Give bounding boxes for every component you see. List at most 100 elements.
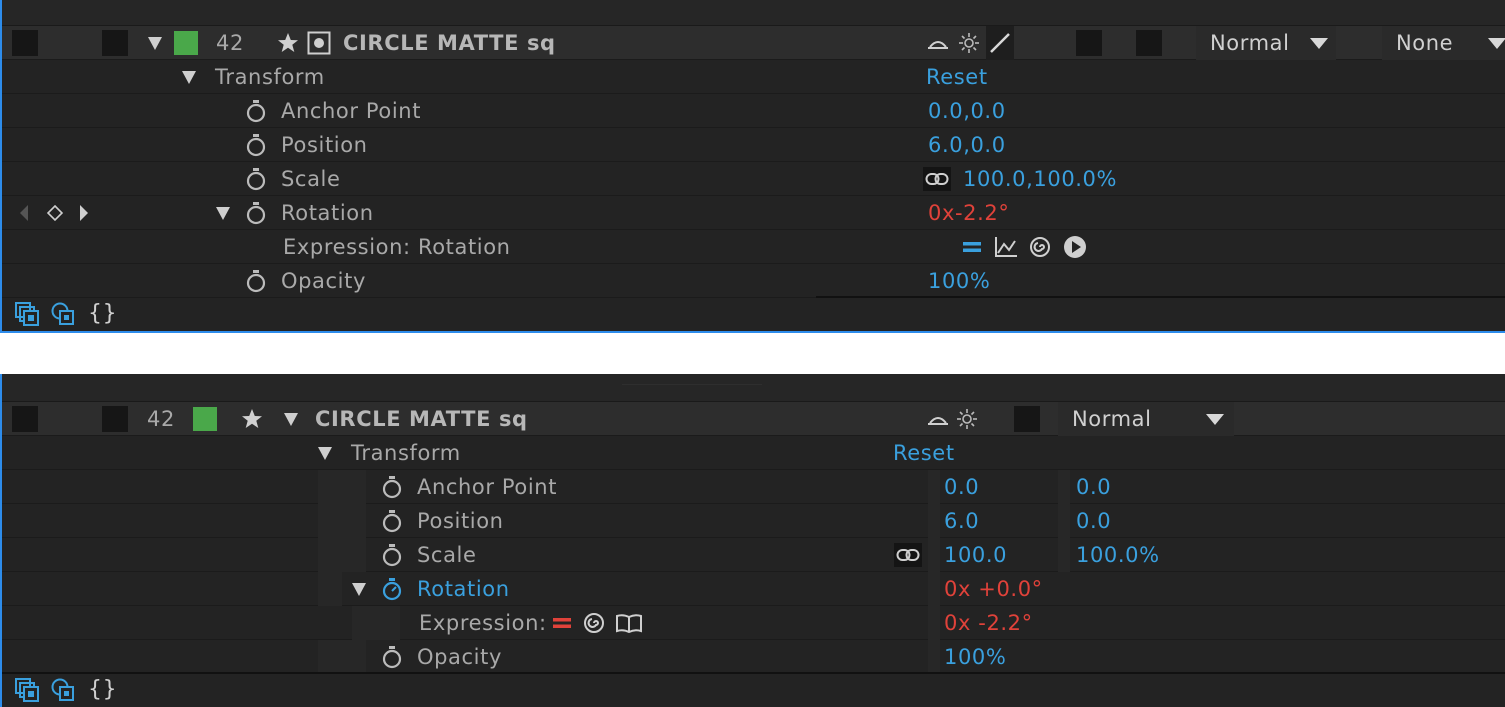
previous-keyframe-icon[interactable] <box>20 205 28 221</box>
property-row-scale[interactable]: Scale 100.0,100.0% <box>2 162 1505 196</box>
property-value[interactable]: 6.0,0.0 <box>928 128 1006 162</box>
property-row-rotation[interactable]: Rotation 0x +0.0° <box>2 572 1505 606</box>
modes-toggle-icon[interactable] <box>50 673 76 707</box>
property-value-x[interactable]: 0.0 <box>944 470 979 504</box>
stopwatch-icon[interactable] <box>244 128 268 162</box>
property-row-opacity[interactable]: Opacity 100% <box>2 264 1505 298</box>
property-value-y[interactable]: 100.0% <box>1076 538 1160 572</box>
property-row-anchor-point[interactable]: Anchor Point 0.0,0.0 <box>2 94 1505 128</box>
layer-expand-twirl-icon[interactable] <box>284 413 298 426</box>
layer-name[interactable]: CIRCLE MATTE sq <box>315 402 528 436</box>
stopwatch-icon[interactable] <box>380 470 404 504</box>
indent-cell <box>318 504 366 538</box>
adjustment-layer-switch[interactable] <box>1136 30 1162 56</box>
layer-row[interactable]: 42 CIRCLE MATTE sq Normal <box>2 402 1505 436</box>
property-value-x[interactable]: 6.0 <box>944 504 979 538</box>
star-icon[interactable] <box>276 26 300 60</box>
constrain-proportions-link-icon[interactable] <box>894 543 922 567</box>
transform-reset-link[interactable]: Reset <box>893 436 955 470</box>
expression-enable-equals-icon[interactable] <box>960 230 984 264</box>
star-icon[interactable] <box>240 402 264 436</box>
timeline-footer: {} <box>2 673 1505 707</box>
expression-row[interactable]: Expression: 0x -2.2° <box>2 606 1505 640</box>
stopwatch-icon[interactable] <box>380 504 404 538</box>
lock-switch[interactable] <box>102 30 128 56</box>
property-row-rotation[interactable]: Rotation 0x-2.2° <box>2 196 1505 230</box>
stopwatch-icon[interactable] <box>244 196 268 230</box>
property-value[interactable]: 0.0,0.0 <box>928 94 1006 128</box>
value-gutter <box>928 504 940 538</box>
next-keyframe-icon[interactable] <box>80 205 88 221</box>
motion-blur-switch[interactable] <box>1014 406 1040 432</box>
layer-expand-twirl-icon[interactable] <box>148 37 162 50</box>
av-switch[interactable] <box>12 30 38 56</box>
property-value-x[interactable]: 100.0 <box>944 538 1007 572</box>
stopwatch-icon[interactable] <box>380 640 404 674</box>
shy-icon[interactable] <box>926 402 950 436</box>
stopwatch-icon[interactable] <box>380 538 404 572</box>
stopwatch-icon[interactable] <box>244 264 268 298</box>
transform-group-row[interactable]: Transform Reset <box>2 60 1505 94</box>
transform-twirl-icon[interactable] <box>182 71 196 84</box>
expression-enable-equals-icon[interactable] <box>550 606 574 640</box>
shy-icon[interactable] <box>926 26 950 60</box>
property-row-anchor-point[interactable]: Anchor Point 0.0 0.0 <box>2 470 1505 504</box>
property-value[interactable]: 100% <box>928 264 990 298</box>
stopwatch-active-icon[interactable] <box>380 572 404 606</box>
layer-label-color[interactable] <box>193 407 217 431</box>
collapse-transform-icon[interactable] <box>956 26 982 60</box>
av-switch[interactable] <box>12 406 38 432</box>
stopwatch-icon[interactable] <box>244 94 268 128</box>
property-row-position[interactable]: Position 6.0 0.0 <box>2 504 1505 538</box>
expression-label: Expression: Rotation <box>283 235 511 259</box>
expression-graph-icon[interactable] <box>992 230 1020 264</box>
indent-cell <box>318 572 342 606</box>
expression-language-menu-icon[interactable] <box>1062 230 1088 264</box>
expression-braces-icon[interactable]: {} <box>88 297 117 331</box>
rotation-twirl-icon[interactable] <box>352 583 366 596</box>
transform-group-row[interactable]: Transform Reset <box>2 436 1505 470</box>
layer-row[interactable]: 42 CIRCLE MATTE sq Normal None <box>2 26 1505 60</box>
layer-source-icon <box>306 26 332 60</box>
blend-mode-value: Normal <box>1210 31 1290 55</box>
blend-mode-dropdown[interactable]: Normal <box>1196 26 1336 60</box>
property-value[interactable]: 0x-2.2° <box>928 196 1009 230</box>
value-gutter <box>928 572 940 606</box>
transform-label: Transform <box>351 441 461 465</box>
expression-row[interactable]: Expression: Rotation <box>2 230 1505 264</box>
quality-icon[interactable] <box>986 26 1014 60</box>
add-keyframe-diamond-icon[interactable] <box>44 196 66 230</box>
expression-braces-icon[interactable]: {} <box>88 673 117 707</box>
lock-switch[interactable] <box>102 406 128 432</box>
layer-switches-toggle-icon[interactable] <box>14 673 40 707</box>
property-value[interactable]: 0x +0.0° <box>944 572 1043 606</box>
motion-blur-switch[interactable] <box>1076 30 1102 56</box>
property-label: Scale <box>417 543 477 567</box>
blend-mode-dropdown[interactable]: Normal <box>1058 402 1234 436</box>
property-label: Anchor Point <box>281 99 422 123</box>
property-row-opacity[interactable]: Opacity 100% <box>2 640 1505 674</box>
layer-label-color[interactable] <box>174 31 198 55</box>
constrain-proportions-link-icon[interactable] <box>923 167 951 191</box>
value-gutter <box>928 470 940 504</box>
rotation-twirl-icon[interactable] <box>216 207 230 220</box>
property-row-position[interactable]: Position 6.0,0.0 <box>2 128 1505 162</box>
collapse-transform-icon[interactable] <box>954 402 980 436</box>
layer-name[interactable]: CIRCLE MATTE sq <box>343 26 556 60</box>
property-value[interactable]: 100.0,100.0% <box>963 162 1117 196</box>
layer-switches-toggle-icon[interactable] <box>14 297 40 331</box>
transform-reset-link[interactable]: Reset <box>926 60 988 94</box>
expression-language-book-icon[interactable] <box>614 606 644 640</box>
property-value[interactable]: 100% <box>944 640 1006 674</box>
property-row-scale[interactable]: Scale 100.0 100.0% <box>2 538 1505 572</box>
property-value-y[interactable]: 0.0 <box>1076 504 1111 538</box>
modes-toggle-icon[interactable] <box>50 297 76 331</box>
stopwatch-icon[interactable] <box>244 162 268 196</box>
transform-twirl-icon[interactable] <box>318 447 332 460</box>
indent-cell <box>352 606 400 640</box>
parent-dropdown[interactable]: None <box>1382 26 1505 60</box>
property-value-y[interactable]: 0.0 <box>1076 470 1111 504</box>
property-label: Rotation <box>417 577 510 601</box>
expression-pickwhip-icon[interactable] <box>1028 230 1052 264</box>
expression-pickwhip-icon[interactable] <box>582 606 606 640</box>
